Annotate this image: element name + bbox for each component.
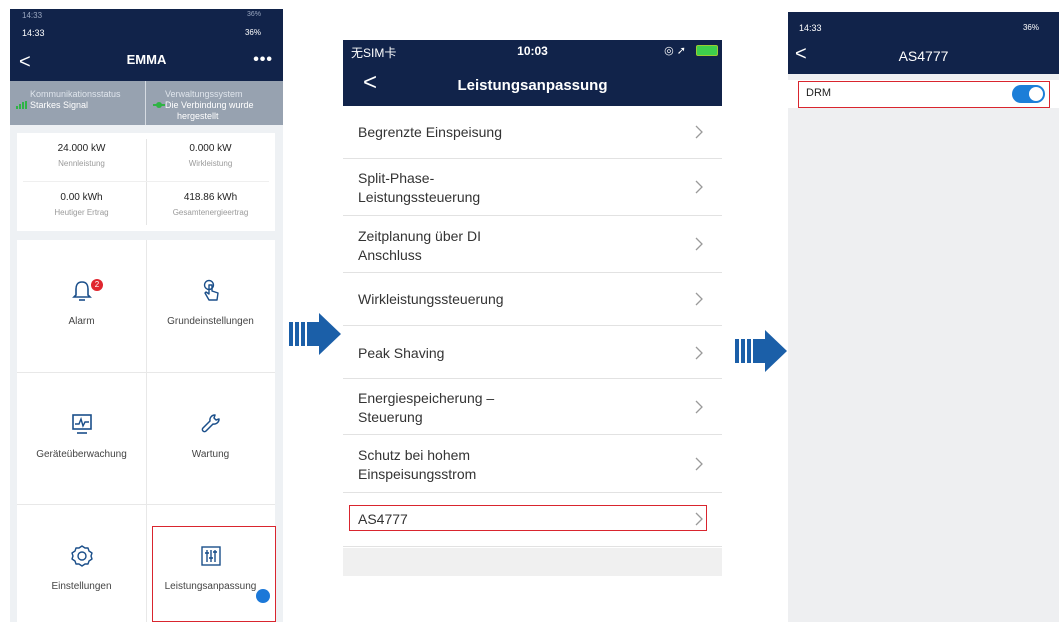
flow-arrow-icon xyxy=(735,330,787,372)
metric-label: Gesamtenergieertrag xyxy=(172,208,249,217)
highlight-as4777 xyxy=(349,505,707,531)
connection-status-bar: Kommunikationsstatus Starkes Signal Verw… xyxy=(10,81,283,125)
metric-label: Wirkleistung xyxy=(188,159,233,168)
status-bar-battery: 36% xyxy=(244,28,261,37)
list-item-as4777[interactable]: AS4777 xyxy=(343,493,722,547)
battery-icon xyxy=(696,45,718,56)
metric-value: 24.000 kW xyxy=(57,143,106,154)
tile-settings[interactable]: Einstellungen xyxy=(17,505,146,622)
chevron-right-icon xyxy=(695,292,703,306)
chevron-right-icon xyxy=(695,400,703,414)
signal-icon xyxy=(16,101,27,109)
power-adjustment-header: 无SIM卡 10:03 ◎ ➚ < Leistungsanpassung xyxy=(343,40,722,106)
wrench-icon xyxy=(201,414,220,433)
monitor-icon xyxy=(72,414,92,434)
tile-device-monitoring[interactable]: Geräteüberwachung xyxy=(17,373,146,505)
metric-label: Nennleistung xyxy=(58,159,105,168)
management-system-value: Die Verbindung wurde xyxy=(165,100,254,110)
status-bar-time: 14:33 xyxy=(22,28,45,38)
divider xyxy=(23,181,269,182)
list-item-split-phase-power-control[interactable]: Split-Phase- Leistungssteuerung xyxy=(343,159,722,216)
connection-icon xyxy=(153,102,165,108)
list-item-label-line2: Steuerung xyxy=(358,409,423,425)
tile-label: Geräteüberwachung xyxy=(36,449,127,460)
more-menu-button[interactable]: ••• xyxy=(253,51,273,69)
list-item-label: Peak Shaving xyxy=(358,345,445,361)
tile-alarm[interactable]: 2 Alarm xyxy=(17,240,146,372)
list-item-label: Split-Phase- xyxy=(358,170,435,186)
list-item-label: Energiespeicherung – xyxy=(358,390,495,406)
touch-icon xyxy=(203,279,219,301)
list-item-peak-shaving[interactable]: Peak Shaving xyxy=(343,326,722,379)
page-title: Leistungsanpassung xyxy=(457,77,608,94)
chevron-right-icon xyxy=(695,237,703,251)
power-adjustment-list: Begrenzte Einspeisung Split-Phase- Leist… xyxy=(343,106,722,547)
metric-total-yield: 418.86 kWh Gesamtenergieertrag xyxy=(146,182,275,230)
list-item-label-line2: Einspeisungsstrom xyxy=(358,466,477,482)
chevron-right-icon xyxy=(695,180,703,194)
metric-daily-yield: 0.00 kWh Heutiger Ertrag xyxy=(17,182,146,230)
floating-assistant-button[interactable] xyxy=(256,589,270,603)
communication-status-label: Kommunikationsstatus xyxy=(30,89,121,99)
chevron-right-icon xyxy=(695,346,703,360)
tile-maintenance[interactable]: Wartung xyxy=(146,373,275,505)
gear-icon xyxy=(71,545,93,567)
metric-value: 0.00 kWh xyxy=(60,192,103,203)
list-item-label-line2: Leistungssteuerung xyxy=(358,189,481,205)
metric-active-power: 0.000 kW Wirkleistung xyxy=(146,133,275,181)
as4777-header: 14:33 36% < AS4777 xyxy=(788,12,1059,74)
management-system-value-line2: hergestellt xyxy=(177,111,219,121)
metric-value: 418.86 kWh xyxy=(183,192,238,203)
highlight-drm xyxy=(798,81,1050,108)
page-title: AS4777 xyxy=(898,48,949,64)
list-footer xyxy=(343,548,722,576)
alarm-count-badge: 2 xyxy=(91,279,103,291)
as4777-screen: 14:33 36% < AS4777 DRM xyxy=(788,12,1059,622)
location-icon: ◎ ➚ xyxy=(664,45,686,57)
communication-status-value: Starkes Signal xyxy=(30,100,89,110)
page-title: EMMA xyxy=(126,52,167,67)
list-item-active-power-control[interactable]: Wirkleistungssteuerung xyxy=(343,273,722,326)
ghost-status-time: 14:33 xyxy=(22,11,43,20)
list-item-di-scheduling[interactable]: Zeitplanung über DI Anschluss xyxy=(343,216,722,273)
list-item-label: Schutz bei hohem xyxy=(358,447,471,463)
management-system-status: Verwaltungssystem Die Verbindung wurde h… xyxy=(147,81,283,125)
list-item-energy-storage-control[interactable]: Energiespeicherung – Steuerung xyxy=(343,379,722,435)
list-item-high-feed-in-protection[interactable]: Schutz bei hohem Einspeisungsstrom xyxy=(343,435,722,493)
energy-metrics-card: 24.000 kW Nennleistung 0.000 kW Wirkleis… xyxy=(17,133,275,231)
list-item-limited-feed-in[interactable]: Begrenzte Einspeisung xyxy=(343,106,722,159)
emma-home-screen: 14:33 36% 14:33 36% < EMMA ••• Kommunika… xyxy=(10,9,283,622)
status-bar-time: 14:33 xyxy=(799,23,822,33)
chevron-right-icon xyxy=(695,125,703,139)
management-system-label: Verwaltungssystem xyxy=(165,89,243,99)
chevron-right-icon xyxy=(695,457,703,471)
power-adjustment-screen: 无SIM卡 10:03 ◎ ➚ < Leistungsanpassung Beg… xyxy=(343,40,722,576)
metric-label: Heutiger Ertrag xyxy=(54,208,109,217)
status-bar-battery: 36% xyxy=(1022,23,1039,32)
list-item-label: Wirkleistungssteuerung xyxy=(358,291,504,307)
highlight-power-adjustment xyxy=(152,526,276,622)
list-item-label: Begrenzte Einspeisung xyxy=(358,124,502,140)
divider xyxy=(146,139,147,225)
ghost-status-indicators: 36% xyxy=(246,11,261,18)
communication-status: Kommunikationsstatus Starkes Signal xyxy=(10,81,146,125)
flow-arrow-icon xyxy=(289,313,341,355)
emma-header: 14:33 36% 14:33 36% < EMMA ••• xyxy=(10,9,283,81)
metric-value: 0.000 kW xyxy=(189,143,232,154)
tile-basic-settings[interactable]: Grundeinstellungen xyxy=(146,240,275,372)
tile-label: Grundeinstellungen xyxy=(167,316,254,327)
metric-rated-power: 24.000 kW Nennleistung xyxy=(17,133,146,181)
list-item-label-line2: Anschluss xyxy=(358,247,422,263)
list-item-label: Zeitplanung über DI xyxy=(358,228,481,244)
tile-label: Wartung xyxy=(191,449,230,460)
tile-label: Alarm xyxy=(68,316,95,327)
tile-label: Einstellungen xyxy=(51,581,112,592)
